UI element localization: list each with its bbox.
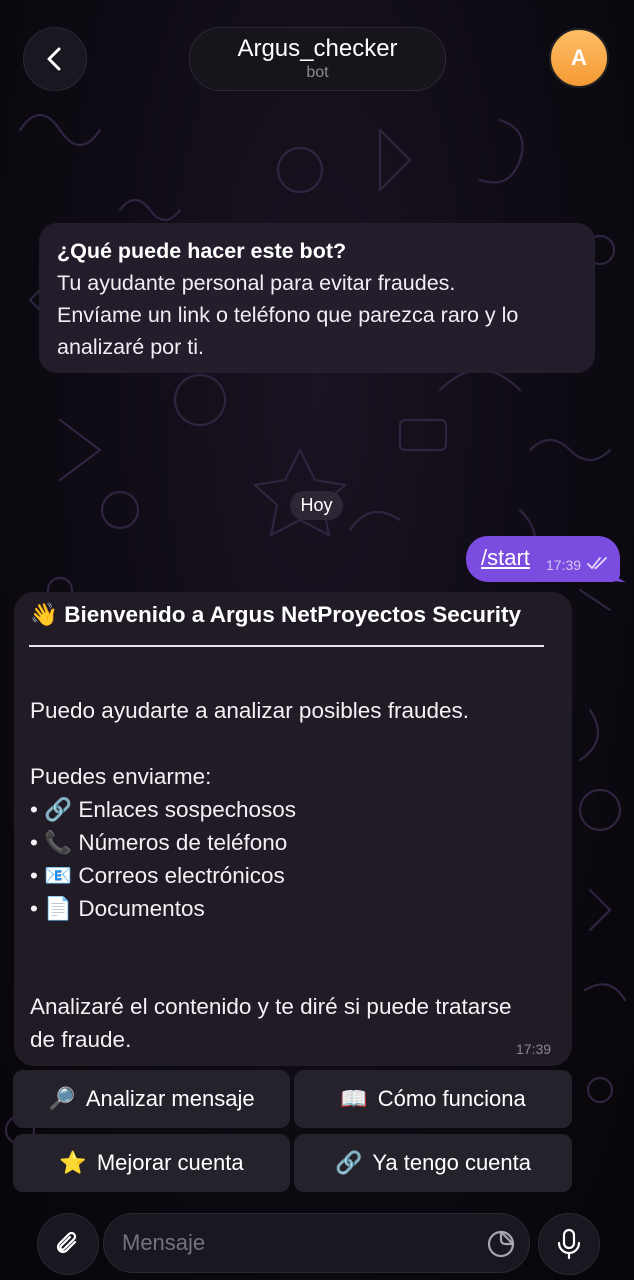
message-input[interactable]: Mensaje xyxy=(103,1213,530,1273)
button-label: Cómo funciona xyxy=(377,1086,526,1111)
double-check-icon xyxy=(587,557,607,570)
button-label: Ya tengo cuenta xyxy=(372,1150,531,1175)
bot-info-line: Envíame un link o teléfono que parezca r… xyxy=(57,303,519,327)
list-title: Puedes enviarme: xyxy=(30,764,212,789)
bot-message: 👋 Bienvenido a Argus NetProyectos Securi… xyxy=(14,592,572,1066)
outro-text: de fraude. xyxy=(30,1027,132,1052)
list-item: • 📧 Correos electrónicos xyxy=(30,863,285,888)
bubble-tail xyxy=(612,566,626,582)
list-item: • 📞 Números de teléfono xyxy=(30,830,288,855)
microphone-button[interactable] xyxy=(538,1213,600,1275)
chat-title[interactable]: Argus_checker bot xyxy=(189,27,446,91)
outro-text: Analizaré el contenido y te diré si pued… xyxy=(30,994,512,1019)
chevron-left-icon xyxy=(47,47,61,71)
bot-info-line: analizaré por ti. xyxy=(57,335,204,359)
microphone-icon xyxy=(557,1228,581,1260)
star-icon: ⭐ xyxy=(59,1150,87,1175)
list-item: • 📄 Documentos xyxy=(30,896,205,921)
bot-info-line: Tu ayudante personal para evitar fraudes… xyxy=(57,271,456,295)
message-placeholder: Mensaje xyxy=(122,1230,206,1255)
bot-info-question: ¿Qué puede hacer este bot? xyxy=(57,239,347,263)
paperclip-icon xyxy=(56,1231,77,1254)
upgrade-account-button[interactable]: ⭐ Mejorar cuenta xyxy=(13,1134,290,1192)
bot-subtitle: bot xyxy=(306,64,329,81)
how-it-works-button[interactable]: 📖 Cómo funciona xyxy=(294,1070,572,1128)
welcome-heading: 👋 Bienvenido a Argus NetProyectos Securi… xyxy=(30,602,522,627)
have-account-button[interactable]: 🔗 Ya tengo cuenta xyxy=(294,1134,572,1192)
start-command-link[interactable]: /start xyxy=(481,545,530,571)
intro-text: Puedo ayudarte a analizar posibles fraud… xyxy=(30,698,470,723)
attach-button[interactable] xyxy=(37,1213,99,1275)
divider xyxy=(29,645,544,647)
magnifier-icon: 🔎 xyxy=(48,1086,76,1111)
avatar[interactable]: A xyxy=(549,28,609,88)
link-icon: 🔗 xyxy=(334,1150,363,1175)
bot-info-card: ¿Qué puede hacer este bot? Tu ayudante p… xyxy=(39,223,595,373)
message-time: 17:39 xyxy=(546,557,582,573)
message-time: 17:39 xyxy=(516,1041,552,1057)
sticker-icon[interactable] xyxy=(486,1229,516,1259)
outgoing-message[interactable]: /start 17:39 xyxy=(466,536,620,582)
list-item: • 🔗 Enlaces sospechosos xyxy=(30,797,297,822)
bot-name: Argus_checker xyxy=(237,35,398,62)
book-icon: 📖 xyxy=(340,1086,368,1111)
button-label: Analizar mensaje xyxy=(85,1086,255,1111)
date-separator: Hoy xyxy=(290,491,343,520)
back-button[interactable] xyxy=(23,27,87,91)
button-label: Mejorar cuenta xyxy=(96,1150,244,1175)
analyze-message-button[interactable]: 🔎 Analizar mensaje xyxy=(13,1070,290,1128)
